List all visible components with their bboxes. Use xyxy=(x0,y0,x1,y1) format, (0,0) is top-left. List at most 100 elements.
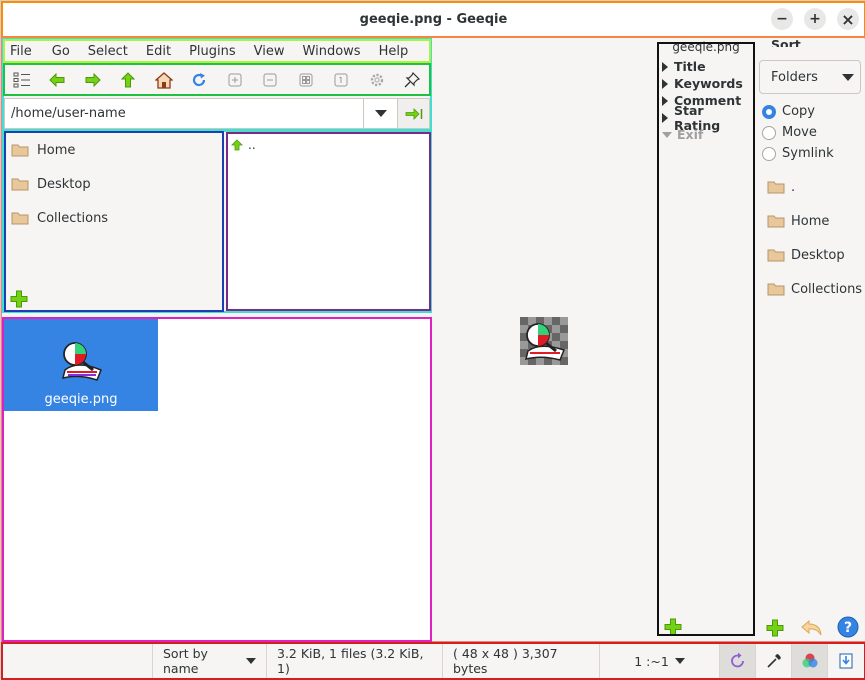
status-message xyxy=(3,644,153,678)
zoom-menu-button[interactable]: 1 :~1 xyxy=(600,644,720,678)
sort-folder-item[interactable]: Desktop xyxy=(757,238,865,272)
sort-folder-item[interactable]: . xyxy=(757,170,865,204)
expander-icon xyxy=(662,61,668,72)
radio-indicator xyxy=(762,125,776,140)
bookmark-label: Home xyxy=(37,142,76,158)
menu-windows[interactable]: Windows xyxy=(297,44,367,59)
image-view[interactable] xyxy=(437,39,655,641)
path-bar xyxy=(4,98,430,129)
parent-directory-label: .. xyxy=(248,138,256,152)
color-circles-icon xyxy=(802,653,817,668)
radio-move[interactable]: Move xyxy=(762,122,834,143)
radio-label: Move xyxy=(782,125,817,140)
menu-file[interactable]: File xyxy=(4,44,38,59)
color-picker-button[interactable] xyxy=(756,644,792,678)
sort-folder-label: Home xyxy=(791,213,830,229)
sort-folder-label: Desktop xyxy=(791,247,845,263)
help-icon[interactable]: ? xyxy=(837,616,859,638)
folder-icon xyxy=(767,249,785,262)
expander-icon xyxy=(662,95,668,106)
metadata-pane: geeqie.png Title Keywords Comment Star R… xyxy=(659,41,753,636)
sort-folder-item[interactable]: Collections xyxy=(757,272,865,306)
file-name-label: geeqie.png xyxy=(44,392,118,407)
bookmark-label: Collections xyxy=(37,210,109,226)
bookmark-collections[interactable]: Collections xyxy=(6,201,222,235)
save-metadata-button[interactable] xyxy=(828,644,864,678)
color-management-button[interactable] xyxy=(792,644,828,678)
settings-gear-icon[interactable] xyxy=(365,68,389,92)
image-info-label: ( 48 x 48 ) 3,307 bytes xyxy=(453,646,558,676)
geeqie-logo-icon xyxy=(524,323,565,361)
radio-indicator xyxy=(762,146,776,161)
zoom-out-icon[interactable] xyxy=(258,68,282,92)
file-summary-label: 3.2 KiB, 1 files (3.2 KiB, 1) xyxy=(277,646,424,676)
sort-mode-value: Folders xyxy=(771,69,818,85)
sort-mode-select[interactable]: Folders xyxy=(759,60,861,94)
pin-icon[interactable] xyxy=(400,68,424,92)
geeqie-window: geeqie.png - Geeqie − + × File Go Select… xyxy=(0,0,865,680)
metadata-section-label: Title xyxy=(674,59,706,74)
rotate-icon xyxy=(730,652,744,668)
sort-by-button[interactable]: Sort by name xyxy=(153,644,267,678)
parent-directory-item[interactable]: .. xyxy=(228,134,429,156)
folder-icon xyxy=(11,178,29,191)
menu-help[interactable]: Help xyxy=(373,44,415,59)
close-button[interactable]: × xyxy=(837,8,859,30)
folder-icon xyxy=(767,215,785,228)
radio-symlink[interactable]: Symlink xyxy=(762,143,834,164)
menu-plugins[interactable]: Plugins xyxy=(183,44,242,59)
list-view-icon[interactable] xyxy=(10,68,34,92)
title-bar: geeqie.png - Geeqie − + × xyxy=(1,1,865,37)
add-metadata-icon[interactable] xyxy=(664,618,682,636)
radio-label: Copy xyxy=(782,104,815,119)
image-preview xyxy=(520,317,568,365)
zoom-in-icon[interactable] xyxy=(223,68,247,92)
undo-icon[interactable] xyxy=(801,619,823,637)
geeqie-logo-icon xyxy=(61,342,102,381)
metadata-section-star-rating[interactable]: Star Rating xyxy=(662,103,753,133)
menu-select[interactable]: Select xyxy=(82,44,134,59)
maximize-button[interactable]: + xyxy=(804,8,826,30)
home-icon[interactable] xyxy=(152,68,176,92)
radio-copy[interactable]: Copy xyxy=(762,101,834,122)
status-file-info: 3.2 KiB, 1 files (3.2 KiB, 1) xyxy=(267,644,443,678)
chevron-down-icon xyxy=(842,74,854,81)
expander-icon xyxy=(662,78,668,89)
minimize-button[interactable]: − xyxy=(771,8,793,30)
directory-list: .. xyxy=(228,134,429,309)
zoom-1-1-icon[interactable] xyxy=(329,68,353,92)
forward-arrow-icon[interactable] xyxy=(81,68,105,92)
menu-view[interactable]: View xyxy=(248,44,291,59)
radio-indicator xyxy=(762,104,776,119)
zoom-fit-icon[interactable] xyxy=(294,68,318,92)
bookmark-label: Desktop xyxy=(37,176,91,192)
path-history-dropdown[interactable] xyxy=(364,98,398,129)
path-input[interactable] xyxy=(4,98,364,129)
sort-folder-item[interactable]: Home xyxy=(757,204,865,238)
bookmark-home[interactable]: Home xyxy=(6,133,222,167)
up-arrow-icon[interactable] xyxy=(116,68,140,92)
add-folder-icon[interactable] xyxy=(766,619,784,637)
add-bookmark-icon[interactable] xyxy=(10,290,28,308)
sort-by-label: Sort by name xyxy=(163,646,208,676)
expander-icon xyxy=(662,112,668,123)
folder-icon xyxy=(767,181,785,194)
rotate-button[interactable] xyxy=(720,644,756,678)
refresh-icon[interactable] xyxy=(187,68,211,92)
zoom-label: 1 :~1 xyxy=(634,653,669,669)
back-arrow-icon[interactable] xyxy=(45,68,69,92)
metadata-section-label: Exif xyxy=(677,127,704,142)
bookmarks-pane: Home Desktop Collections xyxy=(6,133,222,310)
path-go-button[interactable] xyxy=(398,98,430,129)
menu-go[interactable]: Go xyxy=(46,44,76,59)
metadata-section-title[interactable]: Title xyxy=(662,58,753,75)
file-thumbnail-item[interactable]: geeqie.png xyxy=(4,319,158,411)
chevron-down-icon xyxy=(374,109,387,117)
bookmark-desktop[interactable]: Desktop xyxy=(6,167,222,201)
status-image-info: ( 48 x 48 ) 3,307 bytes xyxy=(443,644,600,678)
menu-bar: File Go Select Edit Plugins View Windows… xyxy=(4,40,430,62)
menu-edit[interactable]: Edit xyxy=(140,44,177,59)
metadata-section-keywords[interactable]: Keywords xyxy=(662,75,753,92)
chevron-down-icon xyxy=(246,658,256,664)
jump-arrow-icon xyxy=(405,107,422,120)
